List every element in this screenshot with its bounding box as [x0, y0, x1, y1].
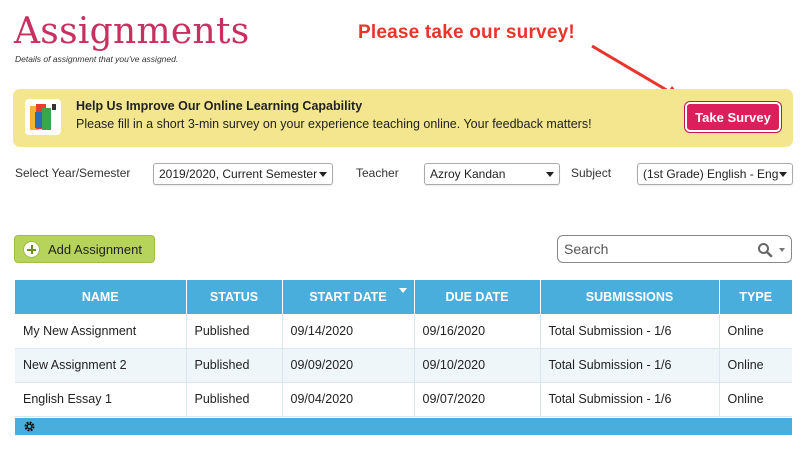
chevron-down-icon[interactable] [779, 248, 785, 252]
cell-submissions[interactable]: Total Submission - 1/6 [540, 314, 720, 349]
cell-name[interactable]: New Assignment 2 [15, 348, 187, 383]
cell-status: Published [186, 314, 283, 349]
column-header-start-date[interactable]: START DATE [282, 280, 415, 314]
banner-text: Please fill in a short 3-min survey on y… [76, 117, 592, 131]
cell-submissions[interactable]: Total Submission - 1/6 [540, 348, 720, 383]
cell-type: Online [719, 348, 792, 383]
search-input[interactable] [564, 240, 744, 258]
cell-start-date: 09/09/2020 [282, 348, 415, 383]
cell-name[interactable]: My New Assignment [15, 314, 187, 349]
table-row[interactable]: English Essay 1 Published 09/04/2020 09/… [15, 382, 792, 417]
chevron-down-icon [779, 172, 787, 177]
subject-label: Subject [571, 166, 612, 180]
subject-value: (1st Grade) English - Eng [643, 167, 779, 181]
assignments-table: NAME STATUS START DATE DUE DATE SUBMISSI… [15, 280, 792, 417]
survey-banner: Help Us Improve Our Online Learning Capa… [13, 89, 793, 147]
add-assignment-label: Add Assignment [48, 241, 142, 257]
search-icon[interactable] [757, 242, 773, 258]
cell-due-date: 09/10/2020 [414, 348, 541, 383]
sort-descending-icon [398, 288, 407, 293]
chevron-down-icon [546, 172, 554, 177]
cell-start-date: 09/14/2020 [282, 314, 415, 349]
table-row[interactable]: My New Assignment Published 09/14/2020 0… [15, 314, 792, 349]
column-header-name[interactable]: NAME [15, 280, 187, 314]
cell-name[interactable]: English Essay 1 [15, 382, 187, 417]
column-header-type[interactable]: TYPE [719, 280, 792, 314]
survey-annotation: Please take our survey! [358, 22, 575, 43]
chevron-down-icon [319, 172, 327, 177]
table-footer [15, 418, 792, 435]
teacher-select[interactable]: Azroy Kandan [424, 163, 560, 185]
cell-start-date: 09/04/2020 [282, 382, 415, 417]
search-box[interactable] [557, 235, 792, 263]
plus-circle-icon [23, 240, 40, 258]
colorful-book-logo-icon [25, 99, 61, 135]
page-title: Assignments [14, 11, 250, 52]
cell-type: Online [719, 382, 792, 417]
cell-due-date: 09/16/2020 [414, 314, 541, 349]
banner-heading: Help Us Improve Our Online Learning Capa… [76, 99, 363, 113]
take-survey-button[interactable]: Take Survey [685, 102, 781, 132]
page-subtitle: Details of assignment that you've assign… [15, 54, 179, 64]
subject-select[interactable]: (1st Grade) English - Eng [637, 163, 793, 185]
gear-icon[interactable] [23, 420, 36, 433]
column-header-start-date-label: START DATE [309, 290, 387, 304]
cell-type: Online [719, 314, 792, 349]
cell-due-date: 09/07/2020 [414, 382, 541, 417]
table-row[interactable]: New Assignment 2 Published 09/09/2020 09… [15, 348, 792, 383]
column-header-due-date[interactable]: DUE DATE [414, 280, 541, 314]
add-assignment-button[interactable]: Add Assignment [14, 235, 155, 263]
year-semester-value: 2019/2020, Current Semester [159, 167, 318, 181]
column-header-status[interactable]: STATUS [186, 280, 283, 314]
year-semester-label: Select Year/Semester [15, 166, 131, 180]
cell-status: Published [186, 382, 283, 417]
year-semester-select[interactable]: 2019/2020, Current Semester [153, 163, 333, 185]
teacher-value: Azroy Kandan [430, 167, 506, 181]
cell-submissions[interactable]: Total Submission - 1/6 [540, 382, 720, 417]
teacher-label: Teacher [356, 166, 399, 180]
column-header-submissions[interactable]: SUBMISSIONS [540, 280, 720, 314]
cell-status: Published [186, 348, 283, 383]
